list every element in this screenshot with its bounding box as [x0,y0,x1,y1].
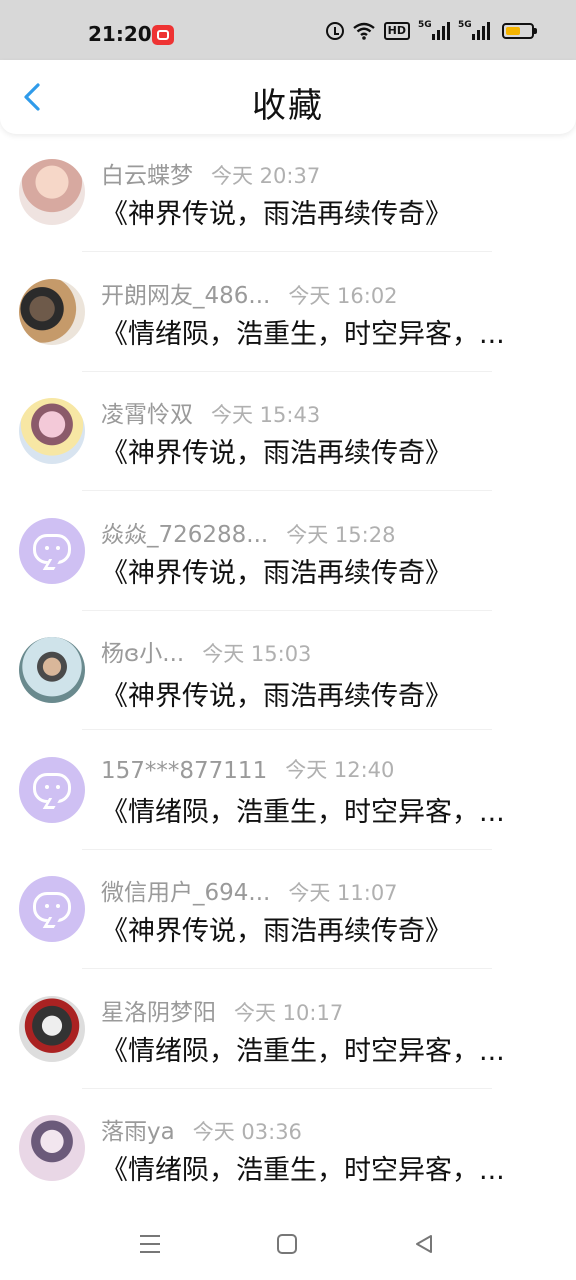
signal-5g-icon: 5G [418,20,450,40]
item-meta: 157***877111 今天 12:40 [101,754,394,784]
network-label: 5G [418,20,432,30]
alarm-icon [325,22,344,40]
divider [82,610,492,611]
user-name[interactable]: 开朗网友_486... [101,276,270,310]
user-name[interactable]: 白云蝶梦 [101,156,193,190]
timestamp: 今天 10:17 [234,1001,344,1025]
item-meta: 焱焱_726288... 今天 15:28 [101,515,396,548]
avatar[interactable] [19,996,85,1062]
avatar[interactable] [19,876,85,942]
user-name[interactable]: 157***877111 [101,758,267,784]
item-meta: 杨ɞ小... 今天 15:03 [101,634,312,667]
network-label: 5G [458,20,472,30]
timestamp: 今天 15:03 [202,642,312,666]
item-meta: 凌霄怜双 今天 15:43 [101,395,321,428]
battery-level [506,27,520,35]
book-title[interactable]: 《情绪陨，浩重生，时空异客，... [101,1148,531,1187]
timestamp: 今天 12:40 [285,758,395,782]
list-item[interactable]: 白云蝶梦 今天 20:37 《神界传说，雨浩再续传奇》 [0,134,576,252]
item-meta: 微信用户_694... 今天 11:07 [101,873,398,906]
item-meta: 开朗网友_486... 今天 16:02 [101,276,398,309]
back-triangle-icon[interactable] [414,1234,434,1254]
book-title[interactable]: 《神界传说，雨浩再续传奇》 [101,909,531,948]
hd-icon: HD [383,22,410,40]
avatar[interactable] [19,279,85,345]
user-name[interactable]: 落雨ya [101,1112,175,1146]
navigation-bar [0,1210,576,1280]
app-notification-icon [152,25,174,45]
user-name[interactable]: 星洛阴梦阳 [101,993,216,1027]
avatar[interactable] [19,637,85,703]
list-item[interactable]: 157***877111 今天 12:40 《情绪陨，浩重生，时空异客，... [0,732,576,850]
status-bar: 21:20 HD 5G 5G [0,0,576,60]
chat-bubble-icon [33,892,71,922]
list-item[interactable]: 微信用户_694... 今天 11:07 《神界传说，雨浩再续传奇》 [0,851,576,969]
timestamp: 今天 03:36 [192,1120,302,1144]
item-meta: 星洛阴梦阳 今天 10:17 [101,993,344,1026]
signal-5g-icon: 5G [458,20,490,40]
header: 收藏 [0,60,576,134]
item-meta: 白云蝶梦 今天 20:37 [101,156,321,189]
book-title[interactable]: 《情绪陨，浩重生，时空异客，... [101,312,531,351]
avatar[interactable] [19,398,85,464]
book-title[interactable]: 《神界传说，雨浩再续传奇》 [101,551,531,590]
list-item[interactable]: 开朗网友_486... 今天 16:02 《情绪陨，浩重生，时空异客，... [0,254,576,372]
item-meta: 落雨ya 今天 03:36 [101,1112,302,1145]
timestamp: 今天 20:37 [211,164,321,188]
chat-bubble-icon [33,534,71,564]
timestamp: 今天 15:28 [286,523,396,547]
book-title[interactable]: 《神界传说，雨浩再续传奇》 [101,192,531,231]
avatar[interactable] [19,159,85,225]
list-item[interactable]: 落雨ya 今天 03:36 《情绪陨，浩重生，时空异客，... [0,1090,576,1208]
book-title[interactable]: 《神界传说，雨浩再续传奇》 [101,674,531,713]
user-name[interactable]: 凌霄怜双 [101,395,193,429]
status-icons: HD 5G 5G [325,20,537,40]
avatar[interactable] [19,757,85,823]
status-time: 21:20 [88,22,152,46]
timestamp: 今天 11:07 [288,881,398,905]
list-item[interactable]: 焱焱_726288... 今天 15:28 《神界传说，雨浩再续传奇》 [0,493,576,611]
timestamp: 今天 16:02 [288,284,398,308]
list-item[interactable]: 星洛阴梦阳 今天 10:17 《情绪陨，浩重生，时空异客，... [0,971,576,1089]
divider [82,371,492,372]
divider [82,490,492,491]
user-name[interactable]: 焱焱_726288... [101,515,268,549]
divider [82,968,492,969]
avatar[interactable] [19,518,85,584]
user-name[interactable]: 微信用户_694... [101,873,270,907]
divider [82,729,492,730]
user-name[interactable]: 杨ɞ小... [101,634,184,668]
divider [82,1088,492,1089]
avatar[interactable] [19,1115,85,1181]
book-title[interactable]: 《情绪陨，浩重生，时空异客，... [101,790,531,829]
divider [82,849,492,850]
list-item[interactable]: 凌霄怜双 今天 15:43 《神界传说，雨浩再续传奇》 [0,373,576,491]
home-icon[interactable] [277,1234,297,1254]
divider [82,251,492,252]
list-item[interactable]: 杨ɞ小... 今天 15:03 《神界传说，雨浩再续传奇》 [0,612,576,730]
book-title[interactable]: 《神界传说，雨浩再续传奇》 [101,431,531,470]
wifi-icon [352,22,375,40]
menu-icon[interactable] [140,1235,160,1253]
battery-icon [502,23,537,39]
book-title[interactable]: 《情绪陨，浩重生，时空异客，... [101,1029,531,1068]
timestamp: 今天 15:43 [211,403,321,427]
page-title: 收藏 [252,86,324,126]
chat-bubble-icon [33,773,71,803]
